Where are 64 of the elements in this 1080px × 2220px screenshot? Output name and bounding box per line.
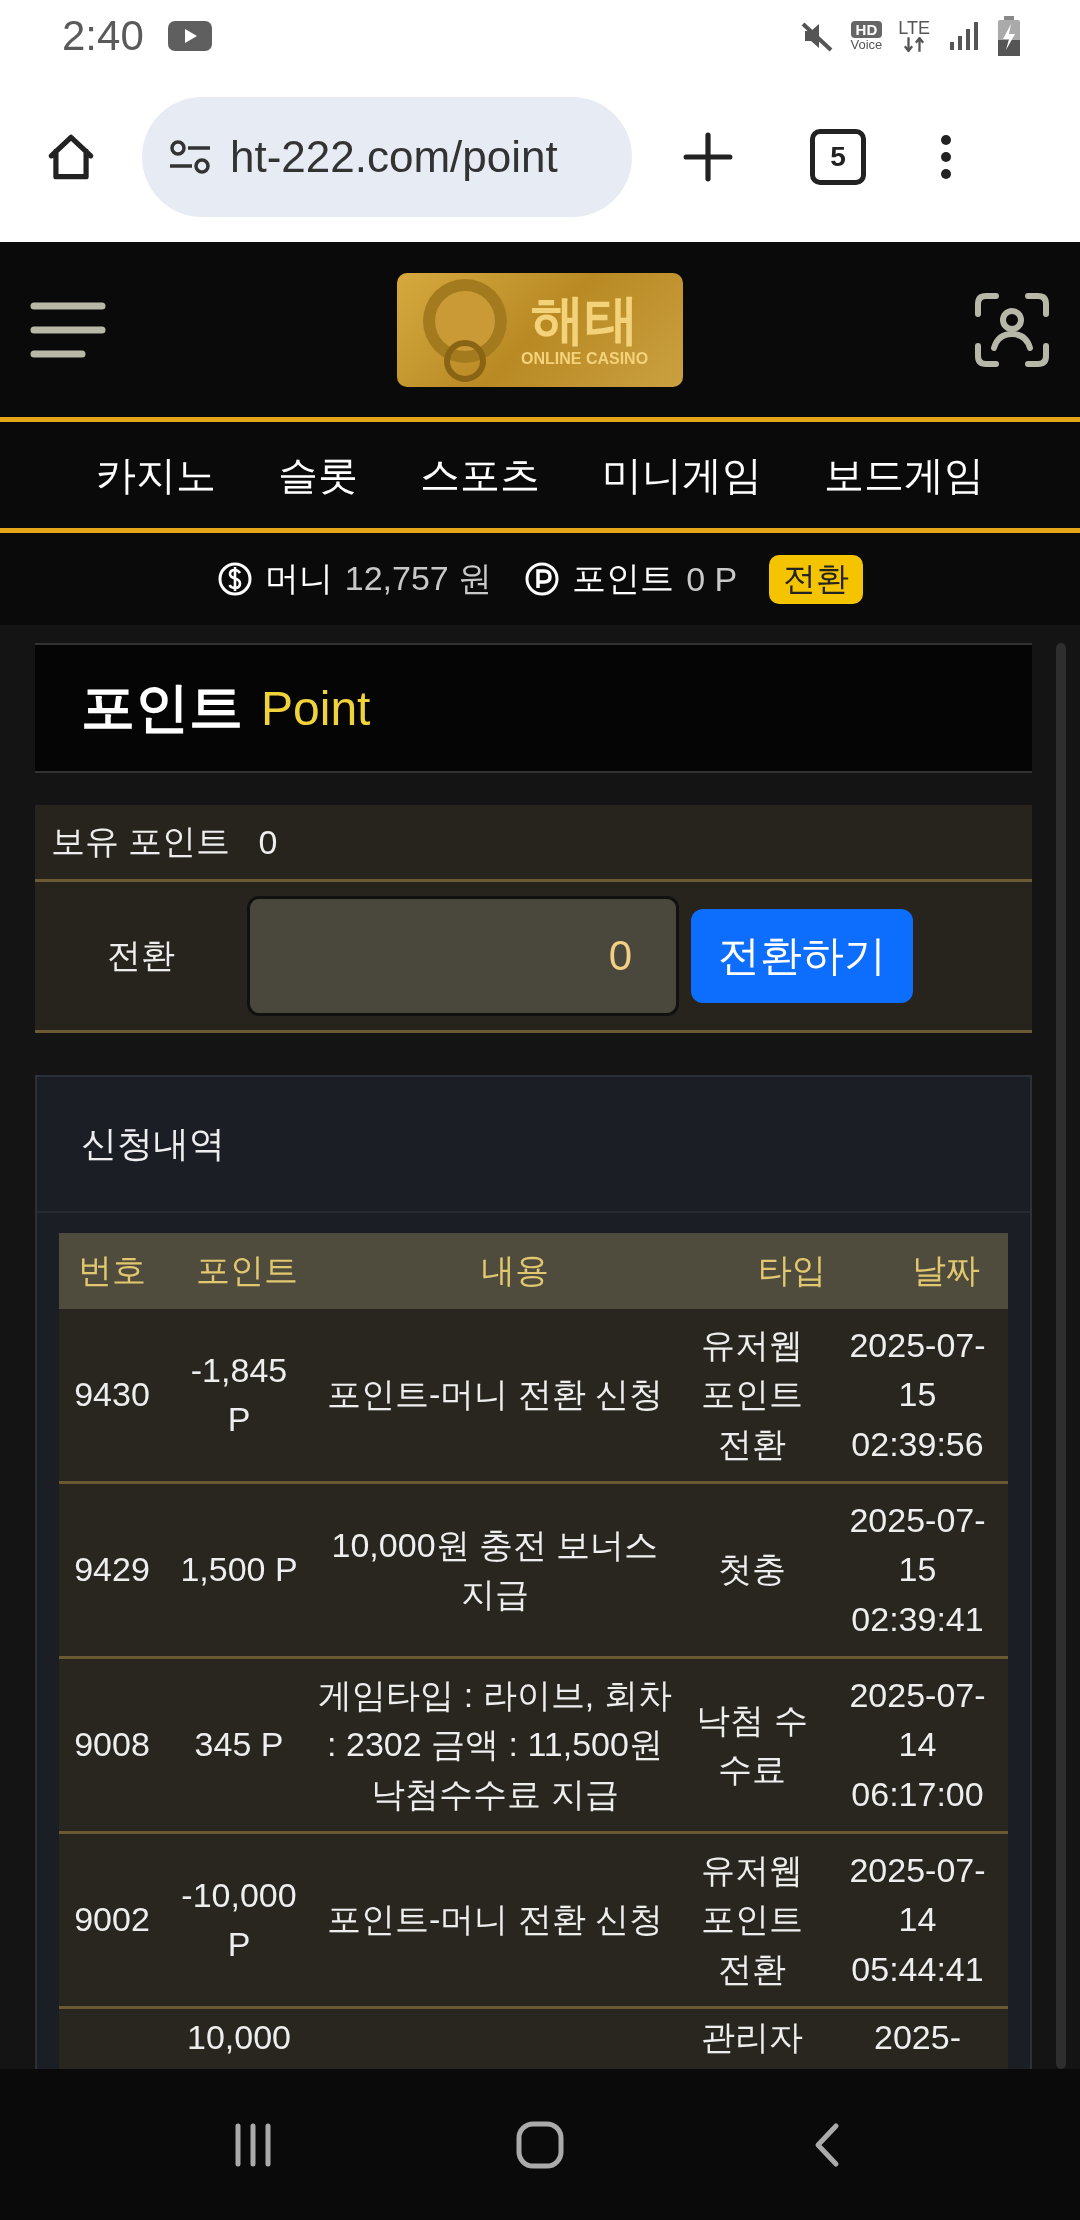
table-cell-text: 2025-07-15 02:39:41 (848, 1500, 987, 1640)
lte-indicator: LTE (898, 19, 930, 53)
money-label: 머니 (264, 558, 333, 599)
column-header: 내용 (480, 1250, 550, 1291)
profile-icon[interactable] (974, 291, 1050, 368)
hd-voice-indicator: HD Voice (850, 21, 883, 51)
nav-link[interactable]: 슬롯 (278, 447, 358, 503)
table-cell: 9429 (74, 1550, 150, 1589)
table-cell: 포인트-머니 전환 신청 (326, 1900, 664, 1939)
point-value: 0 P (686, 559, 738, 599)
money-value: 12,757 원 (344, 558, 493, 599)
table-cell-text: -10,000 P (180, 1874, 298, 1965)
column-header: 포인트 (195, 1250, 299, 1291)
column-header: 날짜 (910, 1250, 981, 1291)
table-cell: 9002 (74, 1900, 150, 1939)
convert-submit-button[interactable]: 전환하기 (691, 909, 913, 1003)
page-title: 포인트 (81, 675, 243, 739)
convert-button[interactable]: 전환 (769, 554, 864, 604)
nav-link[interactable]: 미니게임 (602, 447, 762, 503)
table-cell: 낙첨 수 수료 (696, 1700, 808, 1788)
table-cell-text: 10,000 (186, 2017, 292, 2058)
table-cell-text: 1,500 P (179, 1549, 299, 1591)
table-cell-text: 2025-07-14 05:44:41 (848, 1850, 987, 1990)
table-cell: 포인트-머니 전환 신청 (326, 1375, 664, 1414)
holding-value: 0 (258, 822, 278, 862)
video-play-icon (167, 21, 212, 51)
table-cell: 유저웹 포인트 전환 (701, 1851, 803, 1988)
table-cell: 9430 (74, 1375, 150, 1414)
history-title: 신청내역 (81, 1121, 225, 1166)
tab-count-button[interactable]: 5 (810, 129, 866, 185)
point-coin-icon (524, 561, 561, 597)
url-text: ht-222.com/point (230, 132, 558, 182)
dollar-coin-icon (216, 561, 253, 597)
scrollbar[interactable] (1056, 643, 1066, 2069)
nav-link[interactable]: 스포츠 (420, 447, 540, 503)
table-cell: 10,000원 충전 보너스 지급 (331, 1525, 659, 1613)
point-label: 포인트 (572, 558, 675, 599)
logo-subtitle: ONLINE CASINO (521, 349, 649, 368)
site-settings-icon[interactable] (168, 140, 212, 174)
nav-link[interactable]: 카지노 (96, 447, 216, 503)
table-cell: 첫충 (718, 1550, 786, 1589)
column-header: 타입 (757, 1250, 827, 1291)
table-cell-text: 2025-07-14 06:17:00 (848, 1675, 987, 1815)
convert-label: 전환 (106, 935, 176, 976)
table-cell-text: 2025-07-15 02:39:56 (848, 1325, 987, 1465)
table-cell: 게임타입 : 라이브, 회차 : 2302 금액 : 11,500원 낙첨수수료 지급 (318, 1676, 672, 1813)
column-header: 번호 (77, 1250, 147, 1291)
table-cell-text: 345 P (193, 1724, 285, 1766)
data-arrows-icon (903, 37, 926, 53)
new-tab-icon[interactable] (682, 131, 734, 183)
battery-charging-icon (998, 16, 1020, 56)
logo-title: 해태 (530, 291, 639, 346)
table-cell: 관리자 (701, 2018, 803, 2056)
table-cell: 유저웹 포인트 전환 (701, 1326, 803, 1463)
address-bar[interactable]: ht-222.com/point (142, 97, 632, 217)
table-cell: 9008 (74, 1725, 150, 1764)
status-time: 2:40 (62, 12, 144, 60)
page-subtitle: Point (261, 680, 371, 736)
convert-amount-field[interactable]: 0 (247, 896, 679, 1016)
nav-link[interactable]: 보드게임 (824, 447, 984, 503)
holding-label: 보유 포인트 (51, 821, 231, 862)
table-cell-text: -1,845 P (189, 1349, 289, 1440)
home-button-icon[interactable] (515, 2119, 565, 2170)
table-cell-text: 2025- (873, 2017, 962, 2058)
